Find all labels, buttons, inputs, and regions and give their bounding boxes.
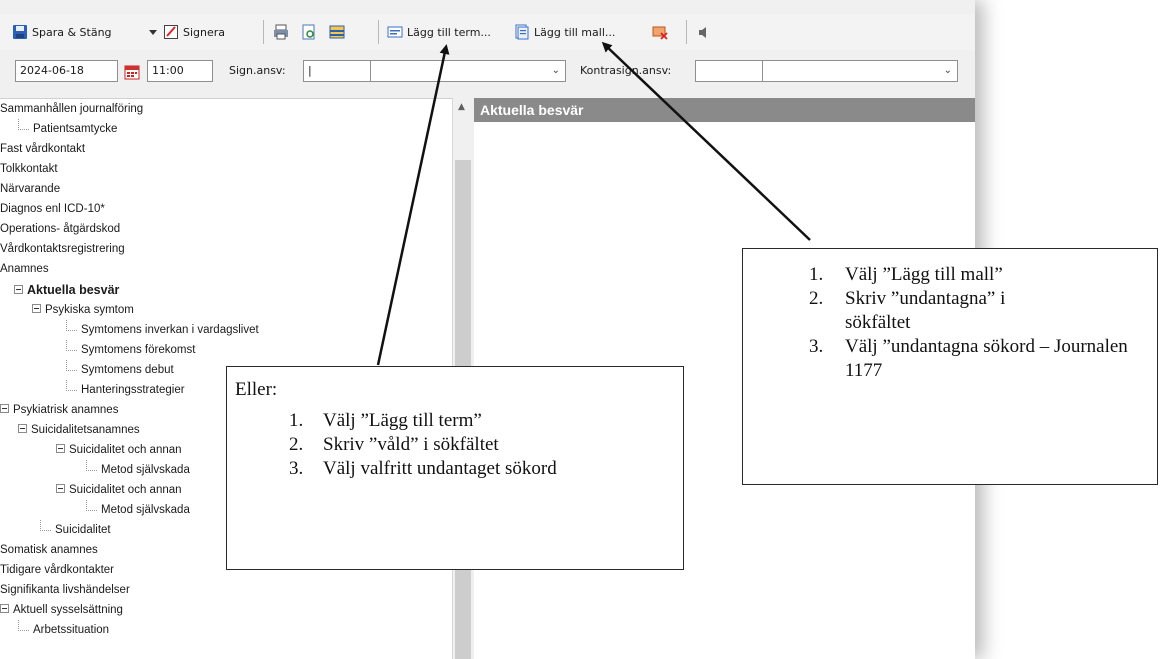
- sign-responsible-label: Sign.ansv:: [229, 64, 286, 77]
- speaker-button[interactable]: [695, 22, 711, 42]
- collapse-icon[interactable]: [18, 424, 27, 434]
- cosign-responsible-label: Kontrasign.ansv:: [580, 64, 672, 77]
- list-button[interactable]: [329, 22, 345, 42]
- collapse-icon[interactable]: [14, 285, 23, 295]
- collapse-icon[interactable]: [56, 484, 65, 494]
- sign-icon: [163, 24, 179, 40]
- chevron-down-icon: ⌄: [943, 65, 952, 76]
- tree-item[interactable]: Fast vårdkontakt: [0, 139, 85, 159]
- collapse-icon[interactable]: [56, 444, 65, 454]
- pane-title: Aktuella besvär: [474, 98, 975, 122]
- tree-item[interactable]: Sammanhållen journalföring: [0, 99, 143, 119]
- tree-item[interactable]: Tolkkontakt: [0, 159, 58, 179]
- print-button[interactable]: [273, 22, 289, 42]
- speaker-icon: [695, 24, 711, 40]
- tree-item[interactable]: Somatisk anamnes: [0, 540, 98, 560]
- tree-item-selected[interactable]: Aktuella besvär: [14, 280, 119, 300]
- callout-intro: Eller:: [235, 379, 278, 400]
- calendar-icon[interactable]: [124, 64, 140, 80]
- tree-item[interactable]: Suicidalitetsanamnes: [18, 420, 140, 440]
- time-field[interactable]: 11:00: [147, 60, 213, 82]
- add-term-button[interactable]: Lägg till term...: [387, 22, 491, 42]
- tree-item[interactable]: Tidigare vårdkontakter: [0, 560, 114, 580]
- add-term-label: Lägg till term...: [407, 25, 491, 39]
- toolbar-separator: [263, 20, 264, 44]
- tree-item[interactable]: Suicidalitet och annan: [56, 480, 182, 500]
- callout-add-term: Eller: 1. Välj ”Lägg till term” 2. Skriv ”…: [226, 366, 684, 570]
- tree-item[interactable]: Symtomens inverkan i vardagslivet: [66, 320, 259, 340]
- tree-item[interactable]: Diagnos enl ICD-10*: [0, 199, 105, 219]
- preview-icon: [301, 24, 317, 40]
- tree-item[interactable]: Operations- åtgärdskod: [0, 219, 120, 239]
- tree-item[interactable]: Aktuell sysselsättning: [0, 600, 123, 620]
- cosign-responsible-code-field[interactable]: [695, 60, 763, 82]
- callout-step: 1. Välj ”Lägg till term”: [289, 410, 482, 431]
- sign-responsible-code-field[interactable]: |: [303, 60, 371, 82]
- date-field[interactable]: 2024-06-18: [15, 60, 118, 82]
- scroll-up-icon[interactable]: ▲: [458, 102, 465, 112]
- tree-item[interactable]: Närvarande: [0, 179, 60, 199]
- template-edit-button[interactable]: [652, 22, 668, 42]
- tree-item[interactable]: Metod självskada: [86, 460, 190, 480]
- cosign-responsible-select[interactable]: ⌄: [762, 60, 958, 82]
- callout-step: 3. Välj valfritt undantaget sökord: [289, 458, 557, 479]
- callout-add-template: 1. Välj ”Lägg till mall” 2. Skriv ”undanta…: [742, 248, 1158, 485]
- callout-step: 3. Välj ”undantagna sökord – Journalen 11…: [809, 336, 1128, 381]
- sign-button[interactable]: Signera: [163, 22, 225, 42]
- add-term-icon: [387, 24, 403, 40]
- add-template-icon: [514, 24, 530, 40]
- tree-item[interactable]: Hanteringsstrategier: [66, 380, 185, 400]
- preview-button[interactable]: [301, 22, 317, 42]
- tree-item[interactable]: Psykiatrisk anamnes: [0, 400, 118, 420]
- sign-responsible-select[interactable]: ⌄: [370, 60, 566, 82]
- collapse-icon[interactable]: [0, 604, 9, 614]
- tree-item[interactable]: Arbetssituation: [18, 620, 109, 640]
- add-template-label: Lägg till mall...: [534, 25, 616, 39]
- tree-item[interactable]: Anamnes: [0, 259, 49, 279]
- list-icon: [329, 24, 345, 40]
- sign-label: Signera: [183, 25, 226, 39]
- callout-step: 1. Välj ”Lägg till mall”: [809, 264, 1003, 285]
- save-dropdown-button[interactable]: [145, 22, 161, 42]
- tree-item[interactable]: Psykiska symtom: [32, 300, 134, 320]
- callout-step: 2. Skriv ”våld” i sökfältet: [289, 434, 499, 455]
- toolbar-separator: [686, 20, 687, 44]
- chevron-down-icon: ⌄: [551, 65, 560, 76]
- save-close-button[interactable]: Spara & Stäng: [12, 22, 112, 42]
- tree-item[interactable]: Vårdkontaktsregistrering: [0, 239, 125, 259]
- tree-item[interactable]: Symtomens debut: [66, 360, 174, 380]
- toolbar: Spara & Stäng Signera Lägg till term... …: [0, 14, 975, 51]
- save-close-label: Spara & Stäng: [32, 25, 112, 39]
- tree-item[interactable]: Patientsamtycke: [18, 119, 117, 139]
- toolbar-separator: [378, 20, 379, 44]
- template-edit-icon: [652, 24, 668, 40]
- tree-item[interactable]: Suicidalitet: [40, 520, 111, 540]
- collapse-icon[interactable]: [32, 304, 41, 314]
- tree-item[interactable]: Metod självskada: [86, 500, 190, 520]
- callout-step: 2. Skriv ”undantagna” i sökfältet: [809, 288, 1006, 333]
- tree-item[interactable]: Symtomens förekomst: [66, 340, 195, 360]
- save-icon: [12, 24, 28, 40]
- tree-item[interactable]: Signifikanta livshändelser: [0, 580, 130, 600]
- dropdown-arrow-icon: [145, 24, 161, 40]
- tree-item[interactable]: Suicidalitet och annan: [56, 440, 182, 460]
- print-icon: [273, 24, 289, 40]
- add-template-button[interactable]: Lägg till mall...: [514, 22, 615, 42]
- signing-bar: 2024-06-18 11:00 Sign.ansv: | ⌄ Kontrasi…: [0, 50, 975, 94]
- collapse-icon[interactable]: [0, 404, 9, 414]
